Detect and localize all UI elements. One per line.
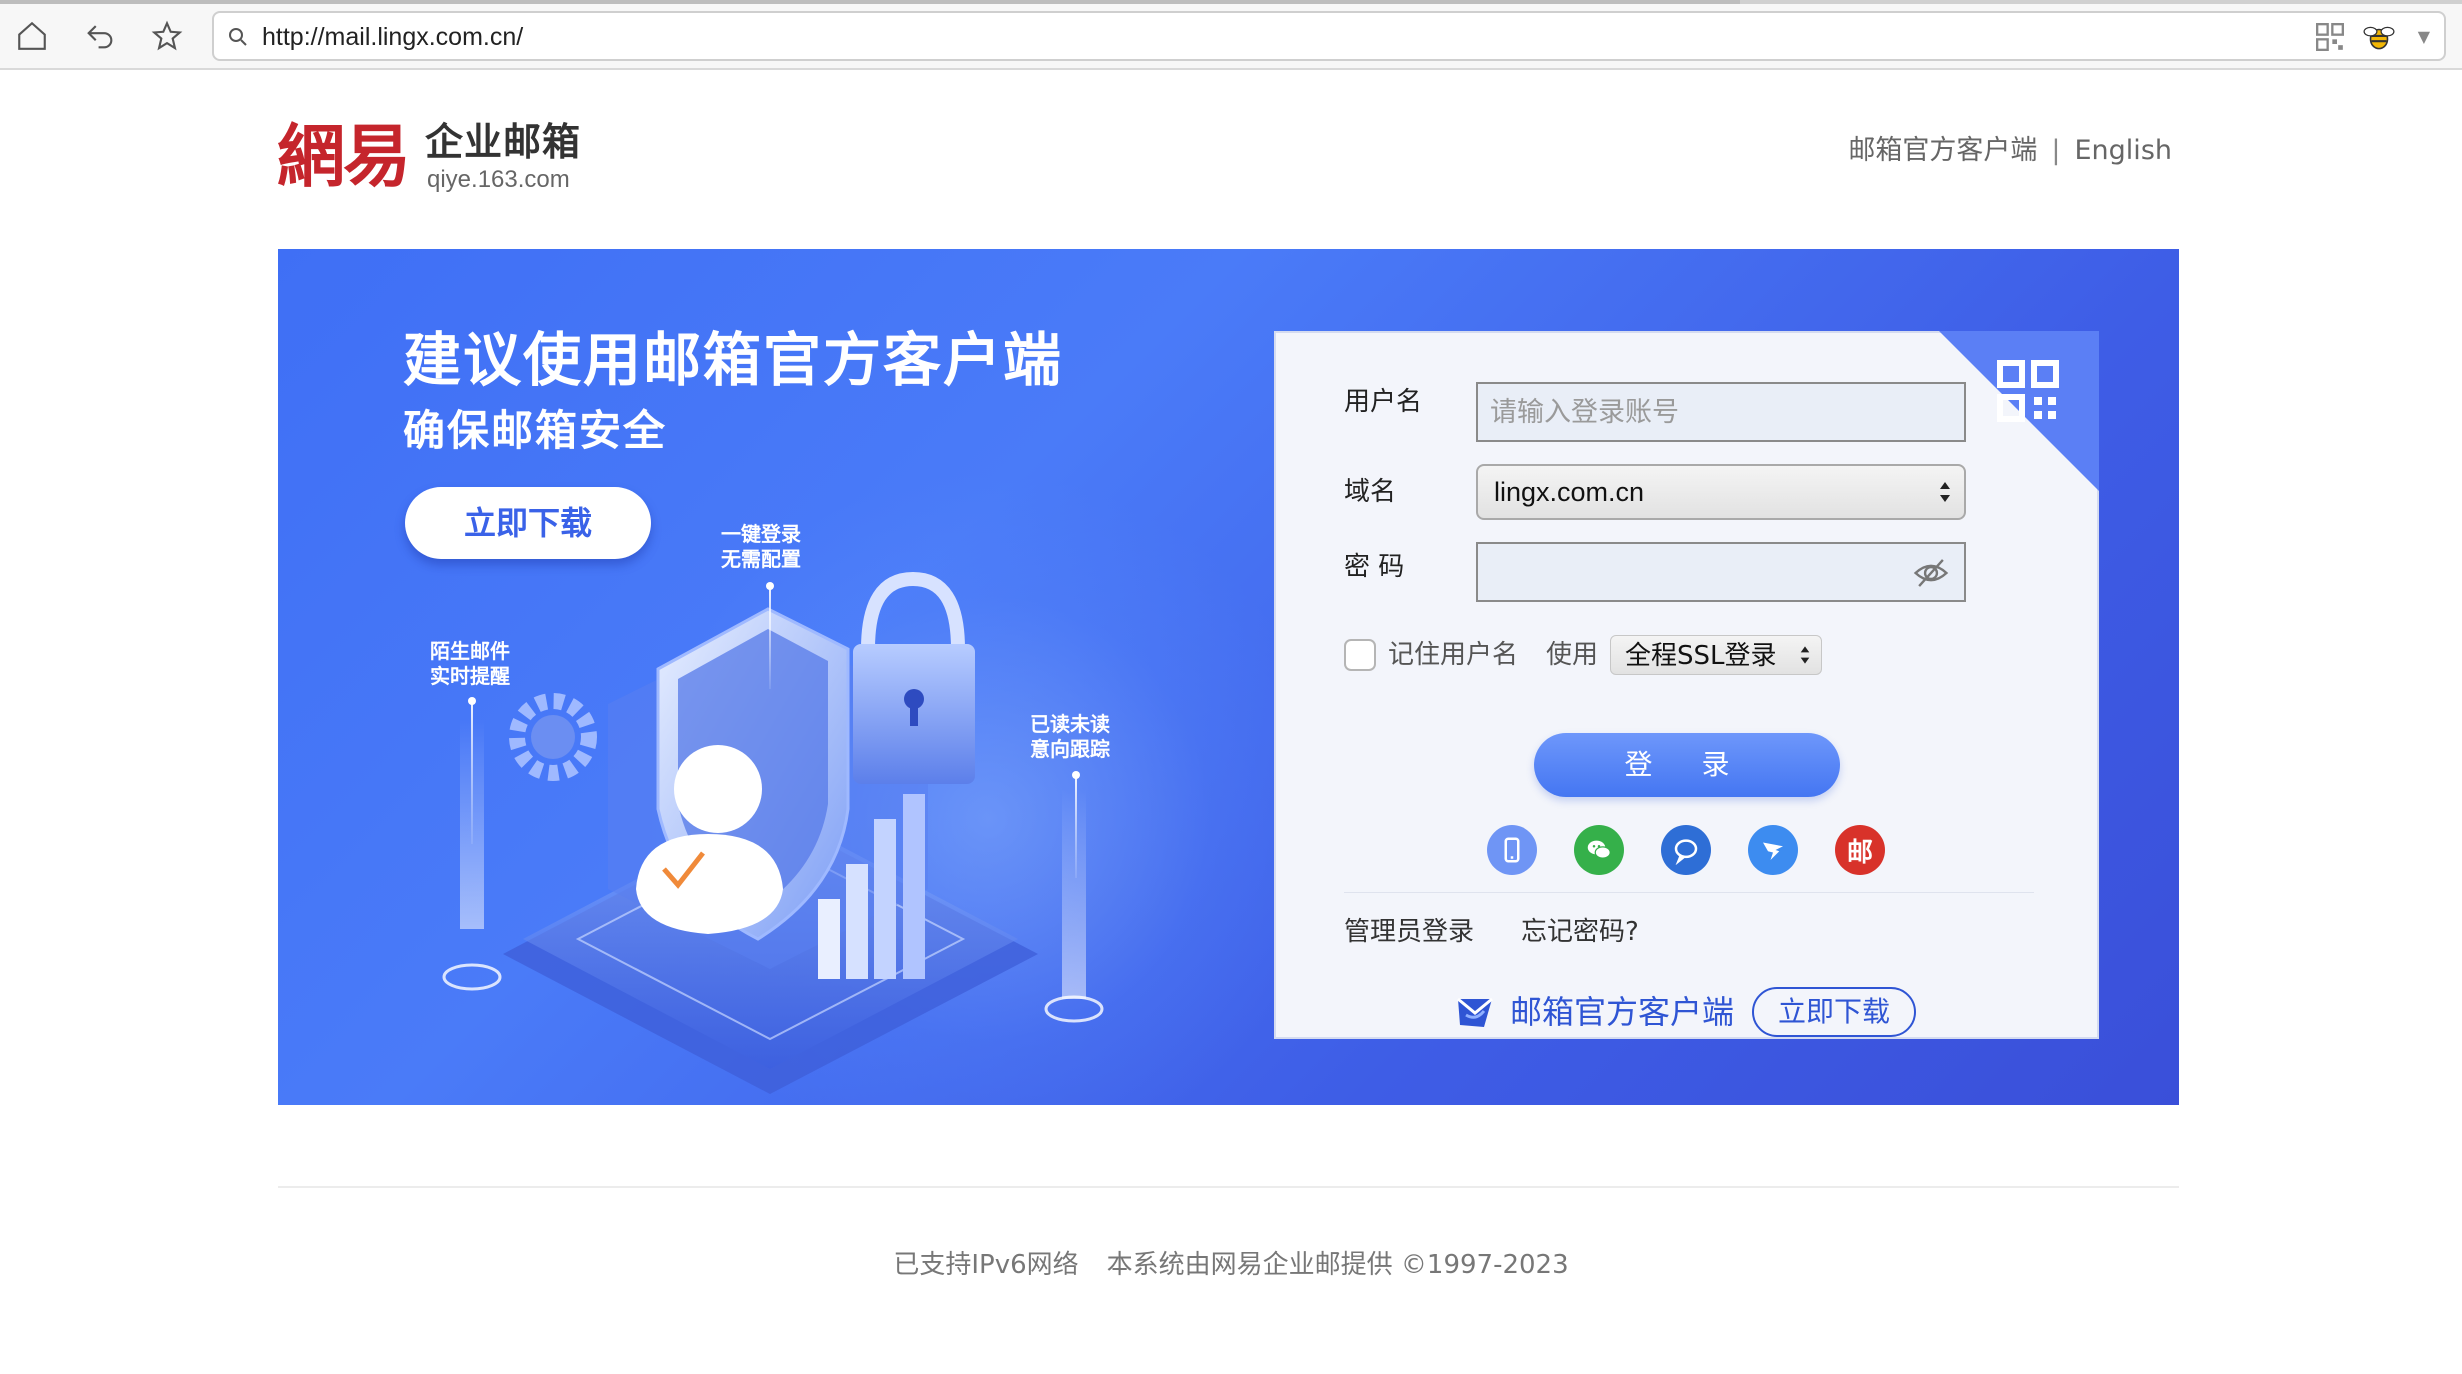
client-promo-row: 邮箱官方客户端 立即下载 [1454,986,1917,1038]
english-link[interactable]: English [2075,134,2173,168]
banner-download-button[interactable]: 立即下载 [405,487,651,559]
logo-domain: qiye.163.com [427,166,570,193]
client-download-button[interactable]: 立即下载 [1752,987,1917,1037]
login-button[interactable]: 登 录 [1534,733,1840,797]
qr-code-icon[interactable] [2316,23,2344,51]
login-form: 用户名 请输入登录账号 域名 lingx.com.cn 密 码 记住用户名 使用… [1274,331,2099,1039]
username-label: 用户名 [1344,387,1423,417]
address-bar[interactable]: http://mail.lingx.com.cn/ ▼ [212,11,2446,61]
browser-toolbar: http://mail.lingx.com.cn/ ▼ [0,0,2462,70]
wechat-icon[interactable] [1574,825,1624,875]
extension-bee-icon[interactable] [2362,21,2396,55]
chat-icon[interactable] [1661,825,1711,875]
search-icon [229,28,247,46]
username-placeholder: 请输入登录账号 [1490,397,1679,428]
dingtalk-icon[interactable] [1748,825,1798,875]
bookmark-star-icon[interactable] [147,16,187,56]
home-icon[interactable] [12,16,52,56]
select-arrows-icon [1800,646,1810,664]
client-link[interactable]: 邮箱官方客户端 [1848,134,2037,168]
domain-value: lingx.com.cn [1494,477,1645,507]
footer-divider [278,1186,2179,1188]
feature-mail-alert: 陌生邮件 实时提醒 [430,639,510,688]
password-label: 密 码 [1344,552,1405,582]
remember-checkbox[interactable] [1344,639,1376,671]
feature-read-tracking: 已读未读 意向跟踪 [1030,712,1110,761]
ipv6-support-text: 已支持IPv6网络 [893,1250,1079,1280]
feature-line [1075,778,1077,878]
remember-row: 记住用户名 使用 全程SSL登录 [1344,635,1823,675]
feature-one-click-login: 一键登录 无需配置 [721,522,801,571]
chevron-down-icon[interactable]: ▼ [2418,27,2430,46]
feature-line [471,704,473,844]
link-separator: | [2051,135,2061,166]
banner-subtitle: 确保邮箱安全 [403,406,668,455]
domain-label: 域名 [1344,477,1397,507]
hide-password-eye-icon[interactable] [1912,554,1950,592]
domain-select[interactable]: lingx.com.cn [1476,464,1966,520]
alternate-login-row: 邮 [1487,825,1907,875]
username-input[interactable]: 请输入登录账号 [1476,382,1966,442]
logo-wordmark: 網易 [277,117,411,197]
password-input[interactable] [1476,542,1966,602]
banner-title: 建议使用邮箱官方客户端 [403,326,1064,394]
mail-seal-icon[interactable]: 邮 [1835,825,1885,875]
back-icon[interactable] [80,16,120,56]
forgot-password-link[interactable]: 忘记密码? [1521,915,1639,949]
netease-enterprise-mail-logo: 網易 企业邮箱 qiye.163.com [277,115,597,205]
admin-login-link[interactable]: 管理员登录 [1344,915,1474,949]
client-promo-text: 邮箱官方客户端 [1510,993,1735,1031]
logo-product-name: 企业邮箱 [425,120,582,164]
remember-label[interactable]: 记住用户名 [1388,638,1518,672]
url-text[interactable]: http://mail.lingx.com.cn/ [262,21,523,53]
select-arrows-icon [1940,482,1950,502]
feature-line [769,589,771,689]
ssl-select[interactable]: 全程SSL登录 [1610,635,1823,675]
tab-strip [0,0,2462,4]
mail-client-icon [1457,997,1493,1027]
ssl-value: 全程SSL登录 [1625,641,1777,671]
use-label: 使用 [1546,640,1599,670]
divider [1344,892,2034,893]
phone-icon[interactable] [1487,825,1537,875]
top-links: 邮箱官方客户端 | English [1848,134,2172,168]
footer: 已支持IPv6网络 本系统由网易企业邮提供 ©1997-2023 [0,1248,2462,1282]
copyright-text: 本系统由网易企业邮提供 ©1997-2023 [1106,1250,1569,1280]
